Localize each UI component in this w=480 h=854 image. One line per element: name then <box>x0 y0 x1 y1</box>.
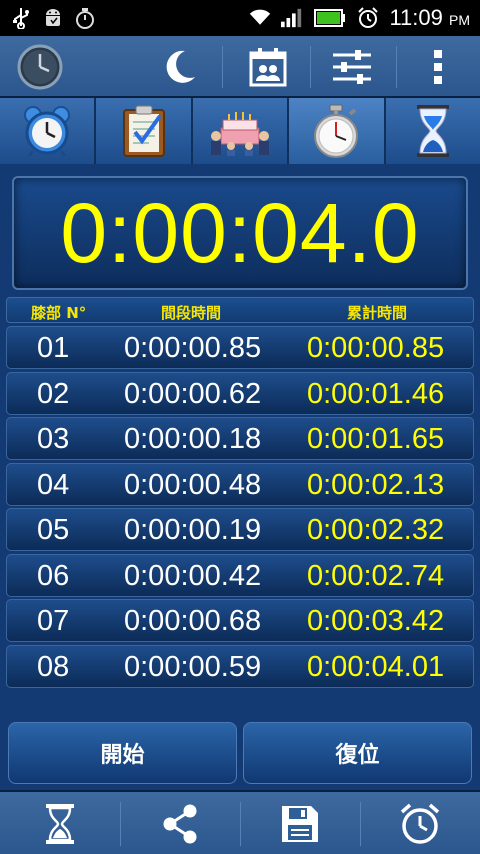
lap-number: 06 <box>37 559 70 592</box>
lap-number-header: 膝部 N° <box>31 304 87 322</box>
hourglass-button[interactable] <box>0 792 120 854</box>
total-time: 0:00:01.65 <box>307 423 445 455</box>
lap-number: 03 <box>37 423 70 455</box>
hourglass-icon <box>46 804 74 844</box>
table-row: 04 0:00:00.48 0:00:02.13 <box>6 462 474 506</box>
android-debug-icon <box>42 7 64 29</box>
alarm-button[interactable] <box>360 792 480 854</box>
table-row: 06 0:00:00.42 0:00:02.74 <box>6 553 474 597</box>
total-time: 0:00:04.01 <box>307 650 445 683</box>
save-button[interactable] <box>240 792 360 854</box>
split-time-header: 間段時間 <box>161 304 222 322</box>
bottom-toolbar <box>0 790 480 854</box>
stopwatch-tab[interactable] <box>289 98 386 164</box>
signal-icon <box>281 7 303 29</box>
split-time: 0:00:00.85 <box>124 332 262 364</box>
usb-icon <box>10 7 32 29</box>
table-row: 01 0:00:00.85 0:00:00.85 <box>6 326 474 369</box>
settings-sliders-icon[interactable] <box>316 36 388 98</box>
stopwatch-notification-icon <box>74 7 96 29</box>
split-time: 0:00:00.68 <box>124 605 262 637</box>
action-bar <box>0 36 480 98</box>
table-row: 02 0:00:00.62 0:00:01.46 <box>6 371 474 415</box>
wifi-icon <box>249 7 271 29</box>
table-row: 05 0:00:00.19 0:00:02.32 <box>6 508 474 551</box>
lap-number: 07 <box>37 605 70 637</box>
elapsed-time: 0:00:04.0 <box>60 185 420 280</box>
hourglass-icon <box>416 105 449 157</box>
total-time: 0:00:01.46 <box>307 377 445 410</box>
reset-button[interactable]: 復位 <box>243 722 472 784</box>
table-row: 03 0:00:00.18 0:00:01.65 <box>6 417 474 460</box>
birthday-cake-icon <box>211 112 270 156</box>
share-icon <box>163 804 197 844</box>
save-icon <box>282 806 318 842</box>
split-time: 0:00:00.18 <box>124 423 262 455</box>
table-row: 07 0:00:00.68 0:00:03.42 <box>6 599 474 642</box>
calendar-contacts-icon[interactable] <box>228 36 308 98</box>
status-bar: 11:09 PM <box>0 0 480 36</box>
split-time: 0:00:00.48 <box>124 468 262 501</box>
alarm-icon <box>357 7 379 29</box>
status-time: 11:09 PM <box>389 5 470 30</box>
total-time: 0:00:02.13 <box>307 468 445 501</box>
stopwatch-icon <box>314 104 359 158</box>
share-button[interactable] <box>120 792 240 854</box>
overflow-menu-icon[interactable] <box>408 36 468 98</box>
start-button[interactable]: 開始 <box>8 722 237 784</box>
lap-number: 01 <box>37 332 70 364</box>
night-mode-icon[interactable] <box>150 36 210 98</box>
timer-tab[interactable] <box>385 98 480 164</box>
checklist-tab[interactable] <box>96 98 193 164</box>
clock-app-icon[interactable] <box>10 36 70 98</box>
total-time: 0:00:03.42 <box>307 605 445 637</box>
laps-table: 01 0:00:00.85 0:00:00.85 02 0:00:00.62 0… <box>6 326 474 690</box>
battery-icon <box>313 7 347 29</box>
birthday-tab[interactable] <box>192 98 290 164</box>
alarm-icon <box>400 803 440 844</box>
total-time: 0:00:02.32 <box>307 514 445 546</box>
split-time: 0:00:00.62 <box>124 377 262 410</box>
table-row: 08 0:00:00.59 0:00:04.01 <box>6 644 474 688</box>
total-time-header: 累計時間 <box>347 304 408 322</box>
total-time: 0:00:00.85 <box>307 332 445 364</box>
lap-number: 02 <box>37 377 70 410</box>
split-time: 0:00:00.59 <box>124 650 262 683</box>
alarm-clock-icon <box>24 106 71 157</box>
total-time: 0:00:02.74 <box>307 559 445 592</box>
clipboard-check-icon <box>122 105 165 157</box>
split-time: 0:00:00.42 <box>124 559 262 592</box>
lap-number: 08 <box>37 650 70 683</box>
stopwatch-display: 0:00:04.0 <box>12 176 468 290</box>
laps-table-header: 膝部 N° 間段時間 累計時間 <box>6 297 474 323</box>
split-time: 0:00:00.19 <box>124 514 262 546</box>
lap-number: 04 <box>37 468 70 501</box>
alarm-clock-tab[interactable] <box>0 98 97 164</box>
lap-number: 05 <box>37 514 70 546</box>
feature-tabs <box>0 98 480 164</box>
